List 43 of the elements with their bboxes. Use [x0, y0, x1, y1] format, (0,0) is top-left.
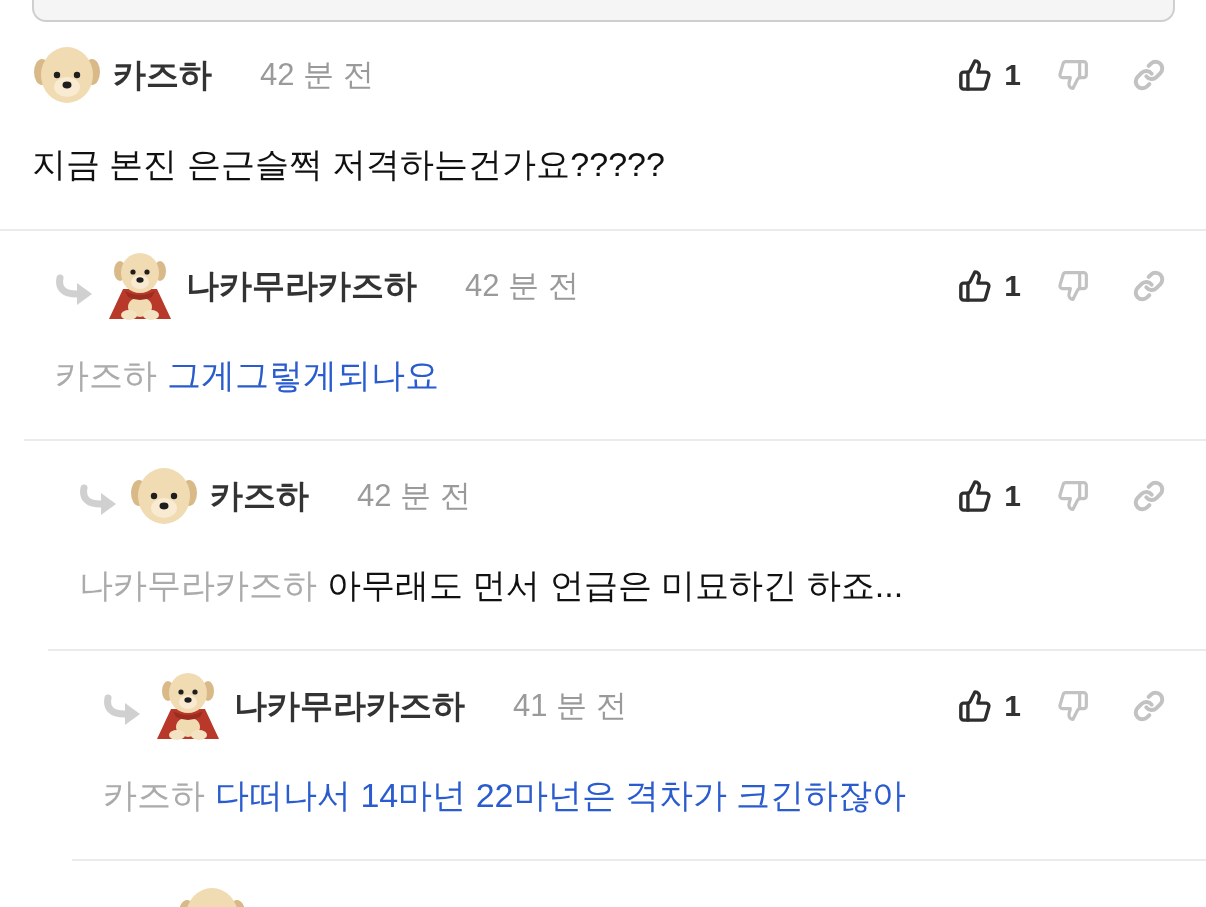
like-button[interactable]: 1 — [958, 269, 1021, 303]
like-button[interactable]: 1 — [958, 58, 1021, 92]
link-button[interactable] — [1133, 690, 1165, 722]
comment-text: 아무래도 먼서 언급은 미묘하긴 하죠... — [327, 566, 904, 604]
reply-mention: 카즈하 — [55, 356, 157, 394]
link-button[interactable] — [1133, 480, 1165, 512]
comment-text: 지금 본진 은근슬쩍 저격하는건가요????? — [32, 145, 665, 183]
like-button[interactable]: 1 — [958, 479, 1021, 513]
thumbs-up-icon — [958, 689, 993, 723]
author-name: 나카무라카즈하 — [234, 686, 465, 727]
link-button[interactable] — [1133, 59, 1165, 91]
link-icon — [1133, 480, 1165, 512]
reply-arrow-icon — [55, 274, 93, 306]
thumbs-down-icon — [1057, 690, 1089, 722]
reply-arrow-icon — [103, 694, 141, 726]
dislike-button[interactable] — [1057, 59, 1089, 91]
author-name: 카즈하 — [113, 55, 212, 96]
like-button[interactable]: 1 — [958, 689, 1021, 723]
reply-mention: 카즈하 — [103, 776, 205, 814]
thumbs-down-icon — [1057, 59, 1089, 91]
timestamp: 42 분 전 — [357, 476, 471, 515]
comment-text: 다떠나서 14마넌 22마넌은 격차가 크긴하잖아 — [215, 776, 907, 814]
thumbs-up-icon — [958, 479, 993, 513]
comment-text: 그게그렇게되나요 — [167, 356, 439, 394]
reply-arrow-icon — [79, 484, 117, 516]
timestamp: 42 분 전 — [260, 55, 374, 94]
author-name: 나카무라카즈하 — [186, 266, 417, 307]
link-button[interactable] — [1133, 270, 1165, 302]
author-name: 카즈하 — [210, 476, 309, 517]
reply-mention: 나카무라카즈하 — [79, 566, 317, 604]
link-icon — [1133, 690, 1165, 722]
dislike-button[interactable] — [1057, 480, 1089, 512]
link-icon — [1133, 270, 1165, 302]
timestamp: 42 분 전 — [465, 266, 579, 305]
thumbs-down-icon — [1057, 480, 1089, 512]
link-icon — [1133, 59, 1165, 91]
input-field[interactable] — [32, 0, 1175, 22]
dislike-button[interactable] — [1057, 690, 1089, 722]
thumbs-down-icon — [1057, 270, 1089, 302]
dislike-button[interactable] — [1057, 270, 1089, 302]
timestamp: 41 분 전 — [513, 686, 627, 725]
thumbs-up-icon — [958, 58, 993, 92]
thumbs-up-icon — [958, 269, 993, 303]
